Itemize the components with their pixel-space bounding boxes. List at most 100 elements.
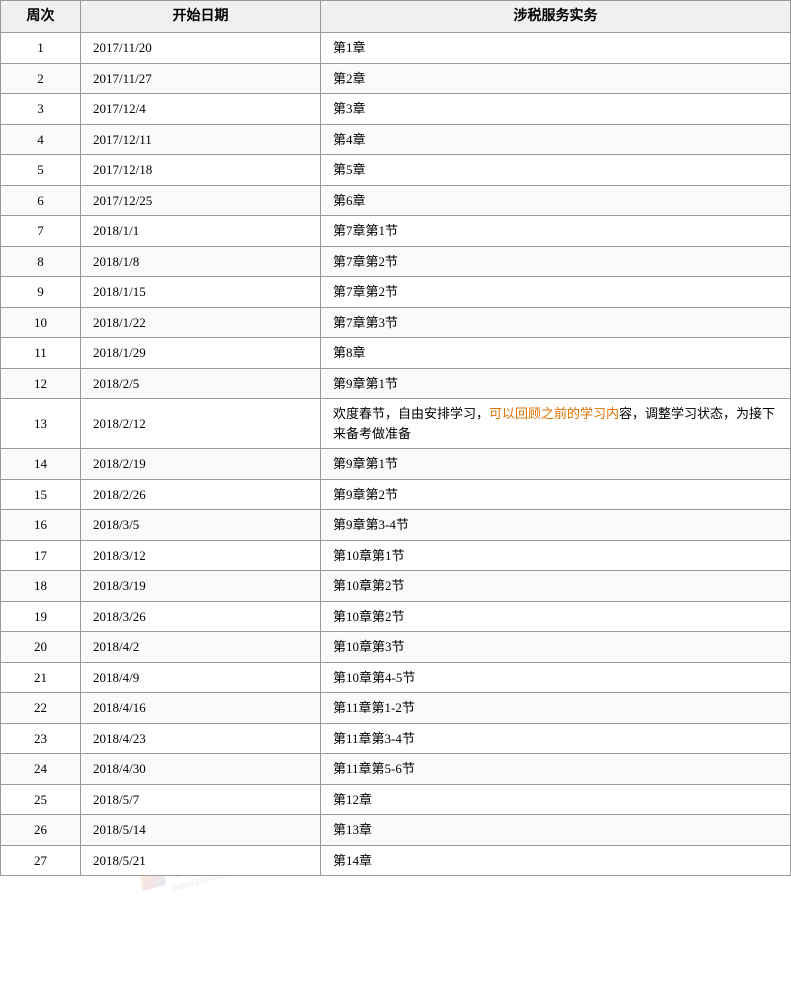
- cell-date: 2018/2/5: [81, 368, 321, 399]
- cell-content: 第10章第1节: [321, 540, 791, 571]
- table-row: 212018/4/9第10章第4-5节: [1, 662, 791, 693]
- cell-week: 25: [1, 784, 81, 815]
- cell-week: 17: [1, 540, 81, 571]
- cell-date: 2017/12/18: [81, 155, 321, 186]
- cell-date: 2018/4/2: [81, 632, 321, 663]
- cell-week: 21: [1, 662, 81, 693]
- cell-content: 第5章: [321, 155, 791, 186]
- cell-date: 2018/1/15: [81, 277, 321, 308]
- table-row: 42017/12/11第4章: [1, 124, 791, 155]
- cell-content: 第2章: [321, 63, 791, 94]
- header-week: 周次: [1, 1, 81, 33]
- cell-content: 第1章: [321, 33, 791, 64]
- cell-content: 第10章第3节: [321, 632, 791, 663]
- cell-content: 第10章第2节: [321, 601, 791, 632]
- cell-content: 第3章: [321, 94, 791, 125]
- cell-date: 2018/2/12: [81, 399, 321, 449]
- cell-date: 2018/5/7: [81, 784, 321, 815]
- cell-week: 14: [1, 449, 81, 480]
- table-row: 92018/1/15第7章第2节: [1, 277, 791, 308]
- cell-week: 19: [1, 601, 81, 632]
- cell-content: 第7章第2节: [321, 277, 791, 308]
- cell-content: 第6章: [321, 185, 791, 216]
- cell-date: 2018/5/14: [81, 815, 321, 846]
- cell-date: 2018/1/1: [81, 216, 321, 247]
- table-row: 132018/2/12欢度春节，自由安排学习，可以回顾之前的学习内容，调整学习状…: [1, 399, 791, 449]
- cell-date: 2018/3/19: [81, 571, 321, 602]
- cell-date: 2018/5/21: [81, 845, 321, 876]
- cell-date: 2017/11/27: [81, 63, 321, 94]
- cell-content: 第11章第5-6节: [321, 754, 791, 785]
- table-row: 32017/12/4第3章: [1, 94, 791, 125]
- table-row: 102018/1/22第7章第3节: [1, 307, 791, 338]
- cell-date: 2017/12/11: [81, 124, 321, 155]
- cell-week: 23: [1, 723, 81, 754]
- cell-content: 第9章第2节: [321, 479, 791, 510]
- cell-week: 20: [1, 632, 81, 663]
- cell-date: 2018/3/26: [81, 601, 321, 632]
- cell-week: 27: [1, 845, 81, 876]
- table-row: 172018/3/12第10章第1节: [1, 540, 791, 571]
- cell-date: 2018/4/23: [81, 723, 321, 754]
- table-row: 272018/5/21第14章: [1, 845, 791, 876]
- cell-content: 第12章: [321, 784, 791, 815]
- cell-content: 第7章第3节: [321, 307, 791, 338]
- table-row: 22017/11/27第2章: [1, 63, 791, 94]
- cell-content: 第10章第2节: [321, 571, 791, 602]
- cell-content: 第9章第3-4节: [321, 510, 791, 541]
- cell-week: 3: [1, 94, 81, 125]
- cell-content: 第11章第1-2节: [321, 693, 791, 724]
- cell-week: 15: [1, 479, 81, 510]
- cell-date: 2018/2/19: [81, 449, 321, 480]
- cell-content: 第10章第4-5节: [321, 662, 791, 693]
- cell-date: 2018/4/9: [81, 662, 321, 693]
- cell-content: 第7章第1节: [321, 216, 791, 247]
- cell-week: 26: [1, 815, 81, 846]
- table-row: 152018/2/26第9章第2节: [1, 479, 791, 510]
- cell-week: 4: [1, 124, 81, 155]
- cell-content: 第8章: [321, 338, 791, 369]
- cell-week: 10: [1, 307, 81, 338]
- table-row: 122018/2/5第9章第1节: [1, 368, 791, 399]
- cell-date: 2018/4/30: [81, 754, 321, 785]
- cell-content: 第14章: [321, 845, 791, 876]
- cell-date: 2017/12/4: [81, 94, 321, 125]
- schedule-table: 周次 开始日期 涉税服务实务 12017/11/20第1章22017/11/27…: [0, 0, 791, 876]
- table-row: 162018/3/5第9章第3-4节: [1, 510, 791, 541]
- cell-date: 2017/12/25: [81, 185, 321, 216]
- cell-date: 2017/11/20: [81, 33, 321, 64]
- table-row: 262018/5/14第13章: [1, 815, 791, 846]
- cell-week: 9: [1, 277, 81, 308]
- cell-week: 24: [1, 754, 81, 785]
- table-header-row: 周次 开始日期 涉税服务实务: [1, 1, 791, 33]
- cell-week: 6: [1, 185, 81, 216]
- cell-content: 第9章第1节: [321, 449, 791, 480]
- table-row: 12017/11/20第1章: [1, 33, 791, 64]
- cell-week: 18: [1, 571, 81, 602]
- table-row: 142018/2/19第9章第1节: [1, 449, 791, 480]
- table-row: 222018/4/16第11章第1-2节: [1, 693, 791, 724]
- cell-content: 第11章第3-4节: [321, 723, 791, 754]
- highlighted-text: 可以回顾之前的学习内: [489, 406, 619, 421]
- cell-content: 第9章第1节: [321, 368, 791, 399]
- cell-date: 2018/3/12: [81, 540, 321, 571]
- cell-date: 2018/1/22: [81, 307, 321, 338]
- cell-week: 16: [1, 510, 81, 541]
- table-row: 182018/3/19第10章第2节: [1, 571, 791, 602]
- cell-content: 欢度春节，自由安排学习，可以回顾之前的学习内容，调整学习状态，为接下来备考做准备: [321, 399, 791, 449]
- cell-week: 2: [1, 63, 81, 94]
- cell-content: 第4章: [321, 124, 791, 155]
- header-date: 开始日期: [81, 1, 321, 33]
- cell-content: 第13章: [321, 815, 791, 846]
- table-row: 52017/12/18第5章: [1, 155, 791, 186]
- cell-date: 2018/1/8: [81, 246, 321, 277]
- table-row: 242018/4/30第11章第5-6节: [1, 754, 791, 785]
- table-row: 192018/3/26第10章第2节: [1, 601, 791, 632]
- table-row: 252018/5/7第12章: [1, 784, 791, 815]
- cell-week: 22: [1, 693, 81, 724]
- cell-week: 5: [1, 155, 81, 186]
- cell-date: 2018/1/29: [81, 338, 321, 369]
- cell-week: 11: [1, 338, 81, 369]
- schedule-table-wrapper: 周次 开始日期 涉税服务实务 12017/11/20第1章22017/11/27…: [0, 0, 791, 876]
- cell-date: 2018/3/5: [81, 510, 321, 541]
